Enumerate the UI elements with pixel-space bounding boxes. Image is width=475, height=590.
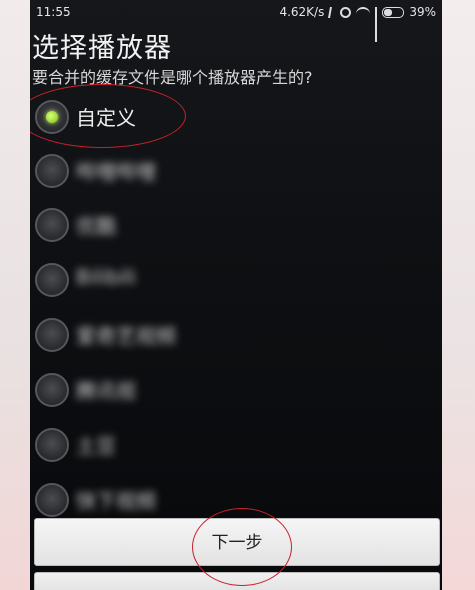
status-bar: 11:55 4.62K/s 39% <box>30 0 442 42</box>
radio-button-selected[interactable] <box>35 100 69 134</box>
network-speed: 4.62K/s <box>279 5 325 19</box>
status-icons: 4.62K/s 39% <box>279 0 436 42</box>
radio-button[interactable] <box>35 154 69 188</box>
option-label: 自定义 <box>76 106 136 130</box>
option-player-2[interactable]: 哔哩哔哩 <box>30 142 442 196</box>
cancel-button[interactable] <box>34 572 440 590</box>
option-player-3[interactable]: 优酷 <box>30 196 442 250</box>
option-label: 腾讯视 <box>76 379 136 403</box>
option-custom[interactable]: 自定义 <box>30 88 442 142</box>
battery-percent: 39% <box>409 5 436 19</box>
battery-icon <box>382 6 405 18</box>
option-label: 优酷 <box>76 214 116 238</box>
radio-button[interactable] <box>35 208 69 242</box>
left-background <box>0 0 30 590</box>
option-label: 土豆 <box>76 434 116 458</box>
right-background <box>442 0 475 590</box>
radio-button[interactable] <box>35 263 69 297</box>
option-player-6[interactable]: 腾讯视 <box>30 361 442 415</box>
alarm-icon <box>340 6 352 18</box>
option-label: Bilibili <box>76 265 136 289</box>
bluetooth-icon <box>328 6 337 18</box>
phone-screen: 11:55 4.62K/s 39% 选择播放器 要合并的缓存文件是哪个播放器产生… <box>30 0 442 590</box>
option-player-7[interactable]: 土豆 <box>30 416 442 470</box>
wifi-icon <box>356 7 371 17</box>
dialog-title: 选择播放器 <box>32 33 172 64</box>
radio-button[interactable] <box>35 428 69 462</box>
option-player-8[interactable]: 快下视频 <box>30 471 442 525</box>
signal-icon <box>375 6 378 42</box>
radio-selected-dot <box>46 111 58 123</box>
dialog-subtitle: 要合并的缓存文件是哪个播放器产生的? <box>32 68 313 87</box>
option-label: 哔哩哔哩 <box>76 160 156 184</box>
option-label: 爱奇艺视频 <box>76 324 176 348</box>
option-label: 快下视频 <box>76 489 156 513</box>
status-time: 11:55 <box>36 5 71 19</box>
option-player-5[interactable]: 爱奇艺视频 <box>30 306 442 360</box>
option-player-4[interactable]: Bilibili <box>30 251 442 305</box>
radio-button[interactable] <box>35 483 69 517</box>
radio-button[interactable] <box>35 373 69 407</box>
next-step-button[interactable]: 下一步 <box>34 518 440 566</box>
radio-button[interactable] <box>35 318 69 352</box>
